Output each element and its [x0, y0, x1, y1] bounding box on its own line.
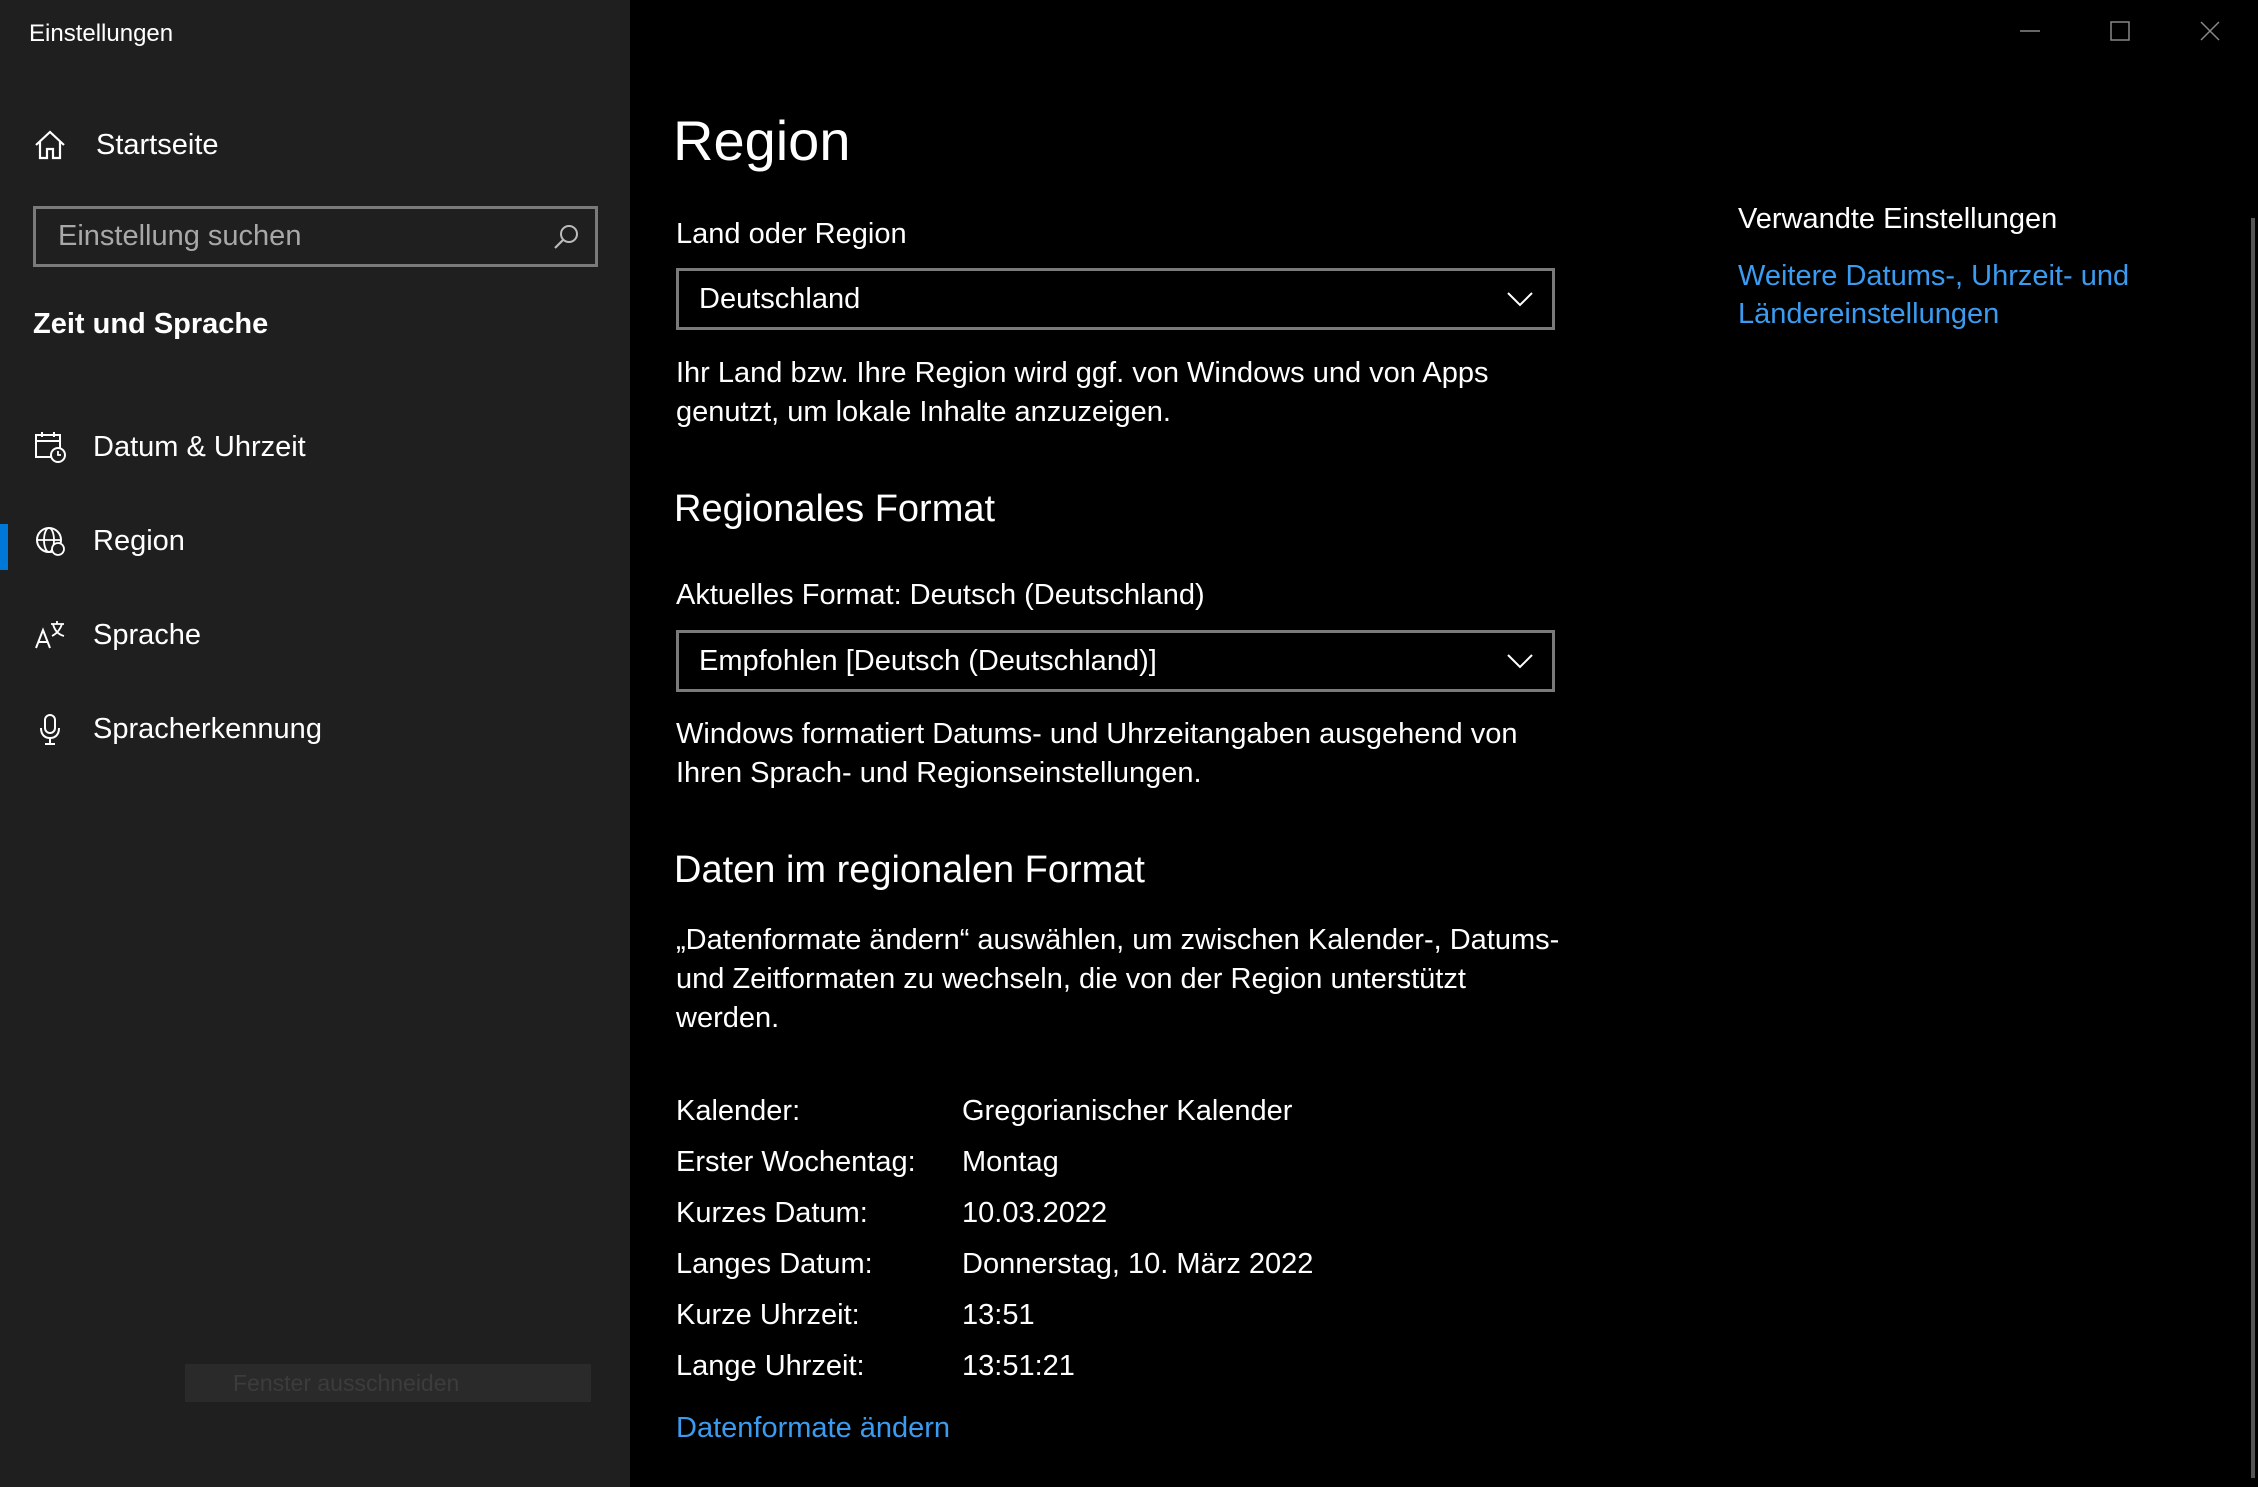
sidebar-item-datum-uhrzeit[interactable]: Datum & Uhrzeit: [0, 400, 630, 494]
regional-format-description: Windows formatiert Datums- und Uhrzeitan…: [676, 718, 1518, 789]
table-row: Erster Wochentag: Montag: [676, 1137, 1313, 1188]
row-key: Kurze Uhrzeit:: [676, 1299, 860, 1331]
related-settings-title: Verwandte Einstellungen: [1738, 203, 2058, 235]
sidebar-item-label: Datum & Uhrzeit: [93, 430, 306, 463]
table-row: Kalender: Gregorianischer Kalender: [676, 1086, 1313, 1137]
change-formats-link[interactable]: Datenformate ändern: [676, 1412, 950, 1445]
search-icon[interactable]: [551, 222, 581, 252]
row-key: Kalender:: [676, 1095, 801, 1127]
format-data-table: Kalender: Gregorianischer Kalender Erste…: [676, 1086, 1313, 1392]
current-format-label: Aktuelles Format: Deutsch (Deutschland): [676, 579, 1205, 611]
format-data-description: „Datenformate ändern“ auswählen, um zwis…: [676, 924, 1560, 1034]
row-key: Langes Datum:: [676, 1248, 873, 1280]
row-value: 10.03.2022: [962, 1197, 1108, 1229]
row-value: 13:51: [962, 1299, 1035, 1331]
app-title: Einstellungen: [29, 20, 174, 47]
country-description: Ihr Land bzw. Ihre Region wird ggf. von …: [676, 357, 1489, 428]
scrollbar[interactable]: [2251, 218, 2255, 1478]
country-value: Deutschland: [699, 282, 861, 315]
home-label: Startseite: [96, 128, 219, 161]
row-key: Erster Wochentag:: [676, 1146, 916, 1178]
regional-format-select[interactable]: Empfohlen [Deutsch (Deutschland)]: [676, 630, 1555, 692]
regional-format-value: Empfohlen [Deutsch (Deutschland)]: [699, 644, 1157, 677]
sidebar-nav: Datum & Uhrzeit Region Sprache Spracherk…: [0, 400, 630, 776]
row-key: Kurzes Datum:: [676, 1197, 868, 1229]
row-key: Lange Uhrzeit:: [676, 1350, 865, 1382]
search-box[interactable]: [33, 206, 598, 267]
sidebar-item-region[interactable]: Region: [0, 494, 630, 588]
section-title: Zeit und Sprache: [33, 308, 269, 340]
calendar-clock-icon: [35, 432, 66, 463]
table-row: Langes Datum: Donnerstag, 10. März 2022: [676, 1239, 1313, 1290]
globe-icon: [36, 527, 65, 556]
microphone-icon: [40, 714, 60, 745]
sidebar-item-label: Sprache: [93, 618, 202, 651]
search-input[interactable]: [36, 209, 551, 264]
sidebar-item-label: Spracherkennung: [93, 712, 322, 745]
sidebar-item-sprache[interactable]: Sprache: [0, 588, 630, 682]
sidebar-item-spracherkennung[interactable]: Spracherkennung: [0, 682, 630, 776]
snip-window-button[interactable]: Fenster ausschneiden: [185, 1364, 591, 1402]
sidebar: Einstellungen Startseite Zeit und Sprach…: [0, 0, 630, 1487]
regional-format-heading: Regionales Format: [674, 488, 996, 530]
row-value: Donnerstag, 10. März 2022: [962, 1248, 1314, 1280]
country-label: Land oder Region: [676, 218, 907, 250]
home-nav-item[interactable]: Startseite: [32, 124, 612, 166]
format-data-heading: Daten im regionalen Format: [674, 849, 1145, 891]
row-value: Gregorianischer Kalender: [962, 1095, 1293, 1127]
chevron-down-icon: [1507, 292, 1533, 307]
table-row: Kurzes Datum: 10.03.2022: [676, 1188, 1313, 1239]
home-icon: [35, 130, 65, 160]
related-settings-link[interactable]: Weitere Datums-, Uhrzeit- und Ländereins…: [1738, 257, 2178, 333]
main-content: Region Land oder Region Deutschland Ihr …: [630, 0, 2258, 1487]
chevron-down-icon: [1507, 654, 1533, 669]
table-row: Lange Uhrzeit: 13:51:21: [676, 1341, 1313, 1392]
page-title: Region: [673, 109, 851, 172]
sidebar-item-label: Region: [93, 524, 185, 557]
table-row: Kurze Uhrzeit: 13:51: [676, 1290, 1313, 1341]
row-value: Montag: [962, 1146, 1059, 1178]
row-value: 13:51:21: [962, 1350, 1075, 1382]
country-select[interactable]: Deutschland: [676, 268, 1555, 330]
language-icon: [35, 621, 65, 649]
